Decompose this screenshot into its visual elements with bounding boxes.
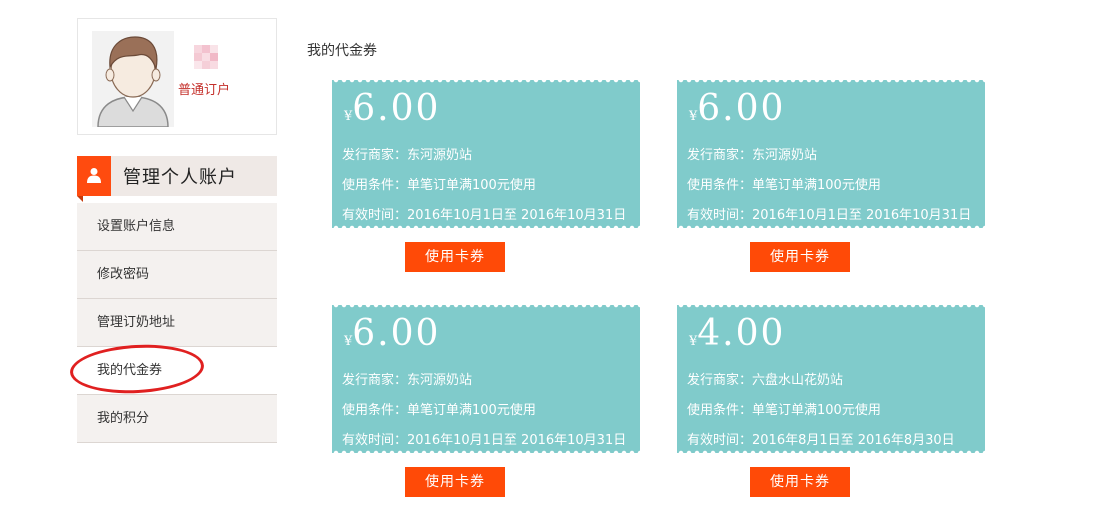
coupon-value: 6.00 [352, 88, 441, 129]
user-avatar-icon [92, 31, 174, 127]
account-menu-header: 管理个人账户 [77, 156, 277, 202]
use-coupon-button[interactable]: 使用卡券 [750, 467, 850, 497]
user-level-label: 普通订户 [178, 83, 231, 98]
page-title: 我的代金券 [307, 43, 377, 59]
merchant-label: 发行商家： [342, 148, 408, 163]
merchant-label: 发行商家： [687, 148, 753, 163]
merchant-name: 东河源奶站 [407, 373, 473, 388]
menu-item-change-password[interactable]: 修改密码 [77, 251, 277, 299]
validity-text: 2016年10月1日至 2016年10月31日 [752, 208, 972, 223]
use-coupon-button[interactable]: 使用卡券 [405, 242, 505, 272]
menu-item-my-points[interactable]: 我的积分 [77, 395, 277, 443]
menu-title: 管理个人账户 [123, 167, 237, 188]
menu-item-my-coupons[interactable]: 我的代金券 [77, 347, 277, 395]
condition-label: 使用条件： [687, 403, 753, 418]
condition-text: 单笔订单满100元使用 [752, 403, 881, 418]
condition-label: 使用条件： [342, 178, 408, 193]
validity-label: 有效时间： [342, 433, 408, 448]
use-coupon-button[interactable]: 使用卡券 [750, 242, 850, 272]
coupon-value: 6.00 [352, 313, 441, 354]
validity-label: 有效时间： [342, 208, 408, 223]
merchant-label: 发行商家： [687, 373, 753, 388]
coupon-value: 6.00 [697, 88, 786, 129]
coupon-value: 4.00 [697, 313, 786, 354]
merchant-name: 东河源奶站 [407, 148, 473, 163]
validity-text: 2016年8月1日至 2016年8月30日 [752, 433, 955, 448]
account-menu: 设置账户信息 修改密码 管理订奶地址 我的代金券 我的积分 [77, 203, 277, 443]
blurred-username [194, 45, 220, 75]
validity-label: 有效时间： [687, 433, 753, 448]
menu-item-addresses[interactable]: 管理订奶地址 [77, 299, 277, 347]
validity-text: 2016年10月1日至 2016年10月31日 [407, 433, 627, 448]
coupon-card: ¥6.00 发行商家：东河源奶站 使用条件：单笔订单满100元使用 有效时间：2… [332, 80, 640, 228]
coupon-card: ¥6.00 发行商家：东河源奶站 使用条件：单笔订单满100元使用 有效时间：2… [332, 305, 640, 453]
condition-text: 单笔订单满100元使用 [407, 403, 536, 418]
coupon-card: ¥6.00 发行商家：东河源奶站 使用条件：单笔订单满100元使用 有效时间：2… [677, 80, 985, 228]
merchant-name: 东河源奶站 [752, 148, 818, 163]
condition-label: 使用条件： [342, 403, 408, 418]
merchant-name: 六盘水山花奶站 [752, 373, 844, 388]
use-coupon-button[interactable]: 使用卡券 [405, 467, 505, 497]
profile-card: 普通订户 [77, 18, 277, 135]
condition-text: 单笔订单满100元使用 [407, 178, 536, 193]
condition-text: 单笔订单满100元使用 [752, 178, 881, 193]
validity-text: 2016年10月1日至 2016年10月31日 [407, 208, 627, 223]
condition-label: 使用条件： [687, 178, 753, 193]
merchant-label: 发行商家： [342, 373, 408, 388]
user-icon [87, 168, 101, 183]
validity-label: 有效时间： [687, 208, 753, 223]
coupon-card: ¥4.00 发行商家：六盘水山花奶站 使用条件：单笔订单满100元使用 有效时间… [677, 305, 985, 453]
menu-item-account-settings[interactable]: 设置账户信息 [77, 203, 277, 251]
menu-flag [77, 156, 111, 202]
